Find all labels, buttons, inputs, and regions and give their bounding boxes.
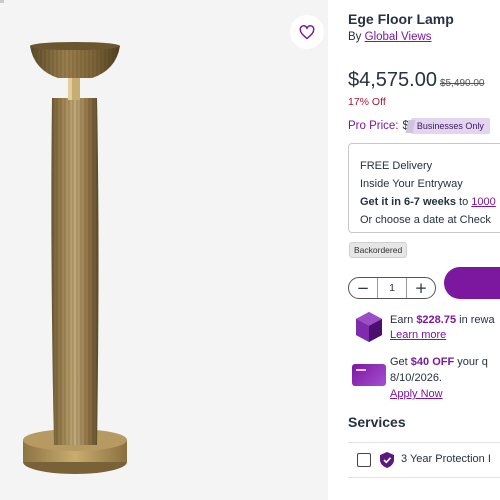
decrease-quantity-button[interactable]: − [349, 278, 377, 298]
offer-text: Get $40 OFF your q 8/10/2026. Apply Now [390, 354, 488, 402]
rewards-text: Earn $228.75 in rewa Learn more [390, 313, 495, 343]
learn-more-link[interactable]: Learn more [390, 329, 446, 341]
product-image-panel[interactable] [0, 0, 328, 500]
add-to-cart-button[interactable] [444, 267, 500, 299]
product-byline: By Global Views [348, 31, 432, 43]
pro-price-row[interactable]: Pro Price: $ Businesses Only [348, 118, 490, 134]
delivery-eta: Get it in 6-7 weeks [360, 196, 456, 208]
delivery-line-entryway: Inside Your Entryway [360, 178, 463, 190]
apply-now-link[interactable]: Apply Now [390, 388, 443, 400]
shield-icon [380, 452, 394, 468]
credit-card-icon [352, 364, 386, 386]
rewards-earn-prefix: Earn [390, 314, 414, 326]
delivery-line-eta: Get it in 6-7 weeks to 1000 [360, 193, 500, 211]
quantity-stepper: − + [348, 277, 436, 299]
next-section-peek [348, 493, 498, 500]
offer-line-1: Get $40 OFF your q [390, 354, 488, 370]
stock-status-badge: Backordered [349, 242, 408, 258]
current-price: $4,575.00 [348, 69, 437, 91]
rewards-amount: $228.75 [416, 314, 457, 326]
floor-lamp-image [23, 42, 127, 474]
product-info-panel: Ege Floor Lamp By Global Views $4,575.00… [348, 0, 500, 500]
quantity-input[interactable] [377, 278, 407, 298]
services-heading: Services [348, 414, 406, 430]
original-price: $5,490.00 [439, 78, 485, 89]
product-title: Ege Floor Lamp [348, 11, 454, 27]
offer-amount: $40 OFF [410, 356, 455, 368]
price-row: $4,575.00 $5,490.00 [348, 69, 484, 92]
delivery-to: to [459, 196, 469, 208]
offer-prefix: Get [390, 356, 408, 368]
delivery-line-free: FREE Delivery [360, 160, 433, 172]
rewards-earn-line: Earn $228.75 in rewa [390, 313, 495, 328]
protection-plan-label: 3 Year Protection I [401, 453, 491, 465]
rewards-row: Earn $228.75 in rewa Learn more [348, 310, 500, 346]
rewards-earn-suffix: in rewa [459, 314, 495, 326]
offer-suffix: your q [457, 356, 488, 368]
protection-plan-row[interactable]: 3 Year Protection I [348, 442, 500, 478]
delivery-zip-link[interactable]: 1000 [471, 196, 495, 208]
brand-link[interactable]: Global Views [365, 31, 432, 43]
offer-date: 8/10/2026. [390, 372, 442, 384]
heart-icon [299, 24, 315, 39]
card-offer-row: Get $40 OFF your q 8/10/2026. Apply Now [348, 354, 500, 402]
protection-plan-checkbox[interactable] [357, 453, 371, 467]
businesses-only-badge[interactable]: Businesses Only [410, 118, 490, 134]
delivery-box: FREE Delivery Inside Your Entryway Get i… [348, 143, 500, 233]
discount-label: 17% Off [348, 96, 386, 108]
pro-price-label: Pro Price: [348, 120, 399, 132]
delivery-line-choose-date: Or choose a date at Check [360, 214, 491, 226]
increase-quantity-button[interactable]: + [407, 278, 435, 298]
rewards-gem-icon [356, 312, 382, 342]
favorite-button[interactable] [290, 15, 324, 49]
byline-prefix: By [348, 31, 362, 43]
